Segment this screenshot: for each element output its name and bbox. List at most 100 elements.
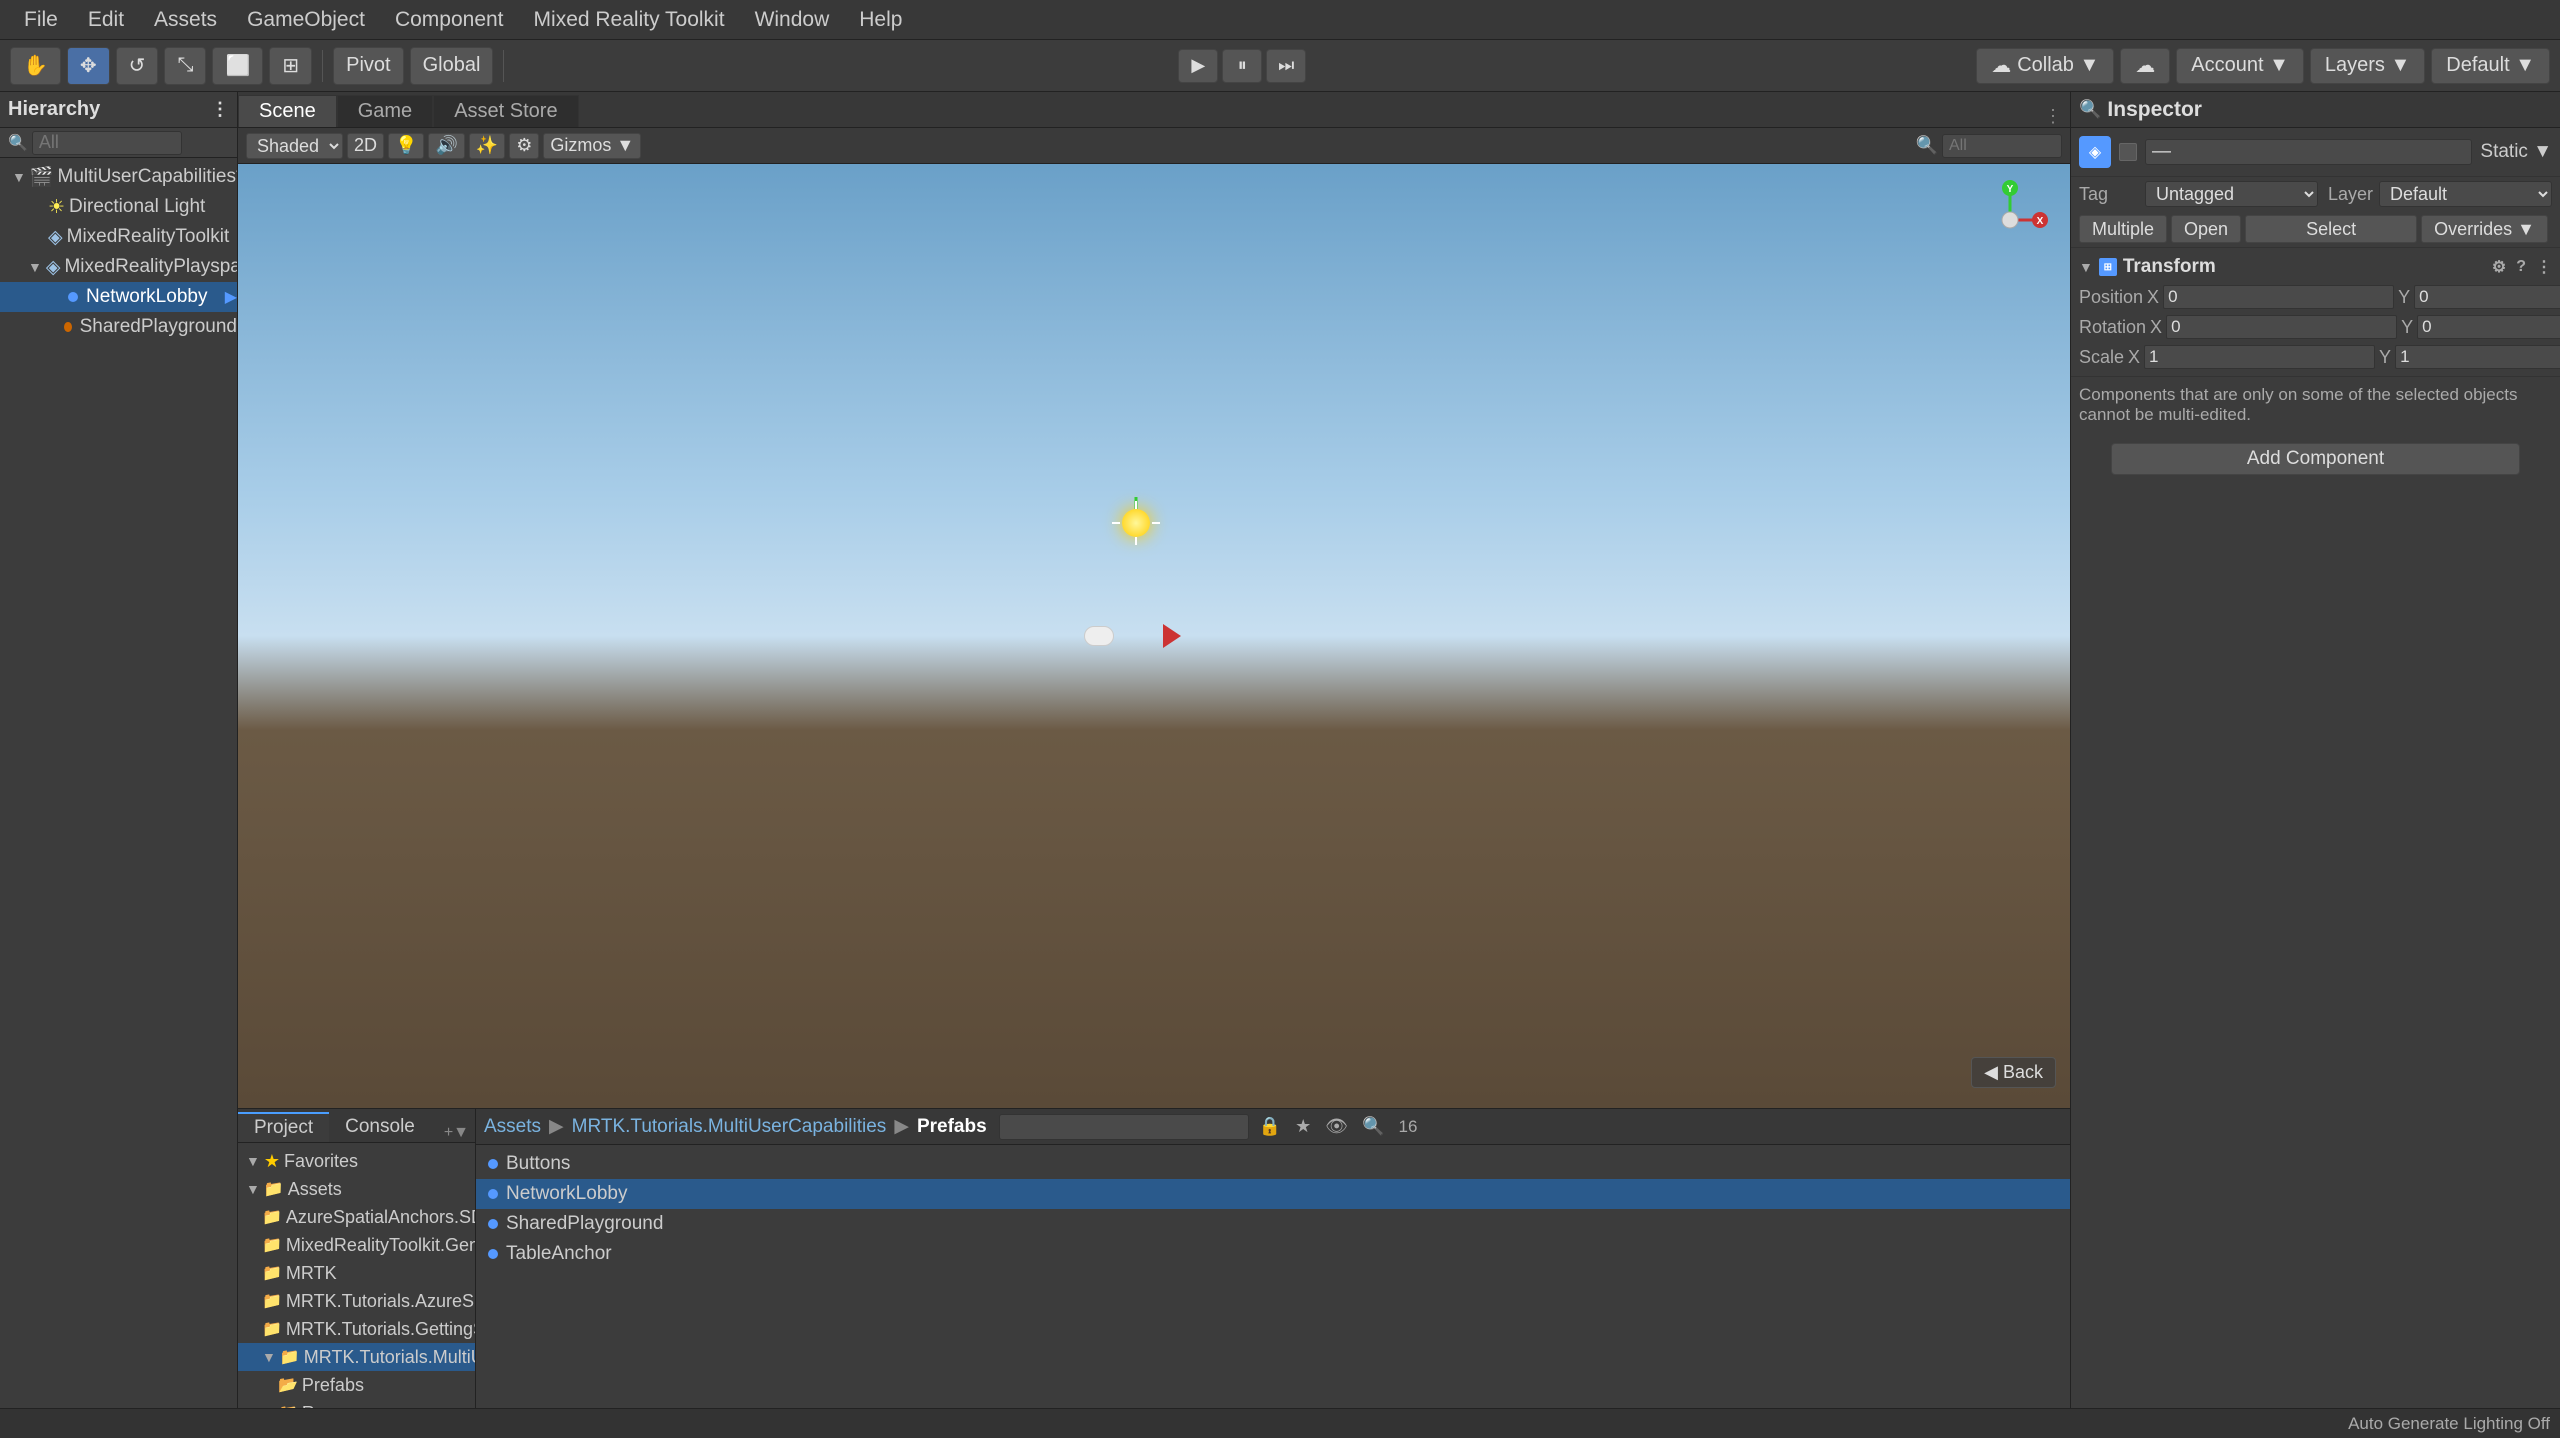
global-button[interactable]: Global bbox=[410, 47, 494, 85]
menu-gameobject[interactable]: GameObject bbox=[233, 4, 379, 36]
transform-settings-icon[interactable]: ⚙ bbox=[2492, 257, 2506, 277]
project-mrtk-azure[interactable]: 📁 MRTK.Tutorials.AzureSpatialAnchors bbox=[238, 1287, 475, 1315]
select-button[interactable]: Select bbox=[2245, 215, 2417, 243]
tree-item-sharedplayground[interactable]: ▶ SharedPlayground bbox=[0, 312, 237, 342]
project-assets[interactable]: ▼ 📁 Assets bbox=[238, 1175, 475, 1203]
menu-file[interactable]: File bbox=[10, 4, 72, 36]
pos-x-field[interactable] bbox=[2163, 285, 2394, 309]
project-azure[interactable]: 📁 AzureSpatialAnchors.SDK bbox=[238, 1203, 475, 1231]
back-button[interactable]: ◀ Back bbox=[1971, 1057, 2056, 1088]
menu-edit[interactable]: Edit bbox=[74, 4, 138, 36]
add-component-button[interactable]: Add Component bbox=[2111, 443, 2520, 475]
asset-search-input[interactable] bbox=[999, 1114, 1249, 1140]
prefab-icon-blue bbox=[488, 1189, 498, 1199]
lighting-icon-btn[interactable]: 💡 bbox=[388, 133, 424, 159]
menu-assets[interactable]: Assets bbox=[140, 4, 231, 36]
2d-button[interactable]: 2D bbox=[347, 133, 384, 159]
project-resources[interactable]: 📁 Resources bbox=[238, 1399, 475, 1408]
tree-item-directional-light[interactable]: ▶ ☀ Directional Light bbox=[0, 192, 237, 222]
sharedplayground-label: SharedPlayground bbox=[80, 316, 237, 338]
breadcrumb-prefabs[interactable]: Prefabs bbox=[917, 1116, 987, 1138]
resources-label: Resources bbox=[302, 1403, 388, 1409]
audio-icon-btn[interactable]: 🔊 bbox=[428, 133, 464, 159]
transform-scale-row: Scale X Y Z bbox=[2071, 342, 2560, 372]
project-mrtk[interactable]: 📁 MRTK bbox=[238, 1259, 475, 1287]
tree-item-networklobby[interactable]: ▶ NetworkLobby ▶ bbox=[0, 282, 237, 312]
cloud-button[interactable]: ☁ bbox=[2120, 48, 2170, 84]
gizmos-dropdown[interactable]: Gizmos ▼ bbox=[543, 133, 641, 159]
tab-console[interactable]: Console bbox=[329, 1112, 431, 1142]
breadcrumb-assets[interactable]: Assets bbox=[484, 1116, 541, 1138]
asset-lock-icon[interactable]: 🔒 bbox=[1255, 1114, 1285, 1139]
project-mrtk-generated[interactable]: 📁 MixedRealityToolkit.Generated bbox=[238, 1231, 475, 1259]
tree-item-playspace[interactable]: ▼ ◈ MixedRealityPlayspace bbox=[0, 252, 237, 282]
inspector-action-btns: Multiple Open Select Overrides ▼ bbox=[2071, 211, 2560, 247]
default-layout-button[interactable]: Default ▼ bbox=[2431, 48, 2550, 84]
tool-scale[interactable]: ⤡ bbox=[164, 47, 206, 85]
object-enabled-checkbox[interactable] bbox=[2119, 143, 2137, 161]
asset-eye-icon[interactable]: 👁 bbox=[1321, 1114, 1352, 1139]
hierarchy-title: Hierarchy bbox=[8, 98, 100, 121]
step-button[interactable]: ⏭ bbox=[1266, 49, 1306, 83]
tag-dropdown[interactable]: Untagged bbox=[2145, 181, 2318, 207]
asset-count-badge: 16 bbox=[1398, 1117, 1417, 1137]
menu-mixed-reality[interactable]: Mixed Reality Toolkit bbox=[520, 4, 739, 36]
transform-help-icon[interactable]: ? bbox=[2516, 258, 2526, 276]
asset-buttons[interactable]: Buttons bbox=[476, 1149, 2070, 1179]
play-button[interactable]: ▶ bbox=[1178, 49, 1218, 83]
rot-x-field[interactable] bbox=[2166, 315, 2397, 339]
project-favorites[interactable]: ▼ ★ Favorites bbox=[238, 1147, 475, 1175]
tool-transform[interactable]: ⊞ bbox=[269, 47, 312, 85]
overrides-button[interactable]: Overrides ▼ bbox=[2421, 215, 2548, 243]
multiple-button[interactable]: Multiple bbox=[2079, 215, 2167, 243]
object-name-field[interactable] bbox=[2145, 139, 2472, 165]
scene-search-input[interactable] bbox=[1942, 134, 2062, 158]
collab-label: Collab ▼ bbox=[2017, 54, 2099, 77]
pos-y-field[interactable] bbox=[2414, 285, 2560, 309]
tool-rotate[interactable]: ↺ bbox=[116, 47, 159, 85]
breadcrumb-multiuser[interactable]: MRTK.Tutorials.MultiUserCapabilities bbox=[572, 1116, 887, 1138]
scale-y-field[interactable] bbox=[2395, 345, 2560, 369]
shading-dropdown[interactable]: Shaded bbox=[246, 133, 343, 159]
fx-icon-btn[interactable]: ✨ bbox=[469, 133, 505, 159]
project-prefabs[interactable]: 📂 Prefabs bbox=[238, 1371, 475, 1399]
asset-tableanchor[interactable]: TableAnchor bbox=[476, 1239, 2070, 1269]
account-button[interactable]: Account ▼ bbox=[2176, 48, 2304, 84]
tool-rect[interactable]: ⬜ bbox=[212, 47, 263, 85]
rot-y-field[interactable] bbox=[2417, 315, 2560, 339]
tree-item-scene[interactable]: ▼ 🎬 MultiUserCapabilities* bbox=[0, 162, 237, 192]
tool-move[interactable]: ✥ bbox=[67, 47, 110, 85]
asset-star-icon[interactable]: ★ bbox=[1291, 1114, 1315, 1139]
pause-button[interactable]: ⏸ bbox=[1222, 49, 1262, 83]
tab-asset-store[interactable]: Asset Store bbox=[433, 95, 578, 127]
menu-component[interactable]: Component bbox=[381, 4, 518, 36]
scale-x-field[interactable] bbox=[2144, 345, 2375, 369]
transform-menu-icon[interactable]: ⋮ bbox=[2536, 257, 2552, 277]
pivot-button[interactable]: Pivot bbox=[333, 47, 403, 85]
menu-window[interactable]: Window bbox=[741, 4, 844, 36]
project-mrtk-getting[interactable]: 📁 MRTK.Tutorials.GettingStarted bbox=[238, 1315, 475, 1343]
layer-dropdown[interactable]: Default bbox=[2379, 181, 2552, 207]
asset-networklobby[interactable]: NetworkLobby bbox=[476, 1179, 2070, 1209]
scene-tab-menu[interactable]: ⋮ bbox=[2044, 106, 2070, 127]
asset-size-icon[interactable]: 🔍 bbox=[1358, 1114, 1388, 1139]
tree-item-mrtk[interactable]: ▶ ◈ MixedRealityToolkit bbox=[0, 222, 237, 252]
hierarchy-search-input[interactable] bbox=[32, 131, 182, 155]
project-mrtk-multiuser[interactable]: ▼ 📁 MRTK.Tutorials.MultiUserCapabilities bbox=[238, 1343, 475, 1371]
tab-project[interactable]: Project bbox=[238, 1112, 329, 1142]
menu-help[interactable]: Help bbox=[845, 4, 916, 36]
scene-view[interactable]: Y X bbox=[238, 164, 2070, 1108]
hierarchy-menu-icon[interactable]: ⋮ bbox=[211, 99, 229, 120]
tab-scene[interactable]: Scene bbox=[238, 95, 337, 127]
asset-sharedplayground-label: SharedPlayground bbox=[506, 1213, 663, 1235]
collab-button[interactable]: ☁ Collab ▼ bbox=[1976, 48, 2114, 84]
layers-button[interactable]: Layers ▼ bbox=[2310, 48, 2425, 84]
scene-settings-btn[interactable]: ⚙ bbox=[509, 133, 539, 159]
open-button[interactable]: Open bbox=[2171, 215, 2241, 243]
tool-hand[interactable]: ✋ bbox=[10, 47, 61, 85]
add-button[interactable]: +▼ bbox=[444, 1124, 475, 1142]
mrtk-label: MRTK bbox=[286, 1263, 337, 1284]
asset-sharedplayground[interactable]: SharedPlayground bbox=[476, 1209, 2070, 1239]
project-panel: Project Console +▼ ▼ ★ Favorites ▼ 📁 bbox=[238, 1109, 476, 1408]
tab-game[interactable]: Game bbox=[337, 95, 433, 127]
